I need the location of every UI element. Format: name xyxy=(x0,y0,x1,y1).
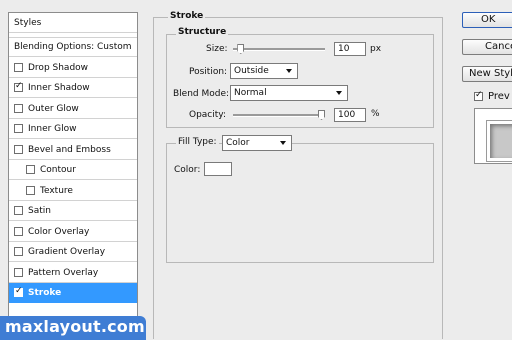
contour-checkbox[interactable] xyxy=(26,165,35,174)
size-input[interactable]: 10 xyxy=(334,42,366,56)
style-item-label: Inner Shadow xyxy=(28,82,90,93)
style-item-inner-shadow[interactable]: Inner Shadow xyxy=(9,78,137,98)
preview-checkbox[interactable] xyxy=(474,90,483,101)
style-item-stroke[interactable]: Stroke xyxy=(9,283,137,303)
style-item-bevel-emboss[interactable]: Bevel and Emboss xyxy=(9,140,137,160)
style-item-satin[interactable]: Satin xyxy=(9,201,137,221)
style-item-label: Inner Glow xyxy=(28,123,77,134)
style-item-texture[interactable]: Texture xyxy=(9,181,137,201)
preview-toggle[interactable]: Prev xyxy=(474,90,510,102)
fill-type-value: Color xyxy=(226,138,250,148)
chevron-down-icon xyxy=(286,69,292,73)
new-style-button[interactable]: New Styl xyxy=(462,66,512,82)
blending-options-item[interactable]: Blending Options: Custom xyxy=(9,37,137,57)
style-item-label: Color Overlay xyxy=(28,226,90,237)
stroke-checkbox[interactable] xyxy=(14,286,23,297)
style-item-label: Contour xyxy=(40,164,76,175)
styles-list-panel: Styles Blending Options: Custom Drop Sha… xyxy=(8,12,138,334)
preview-swatch xyxy=(486,120,512,162)
style-item-label: Satin xyxy=(28,205,51,216)
color-label: Color: xyxy=(174,165,201,175)
fill-type-label: Fill Type: xyxy=(176,137,219,147)
style-item-pattern-overlay[interactable]: Pattern Overlay xyxy=(9,263,137,283)
style-item-label: Outer Glow xyxy=(28,103,79,114)
cancel-button[interactable]: Cance xyxy=(462,39,512,55)
watermark-banner: maxlayout.com xyxy=(0,316,146,340)
size-unit: px xyxy=(370,44,382,54)
style-item-color-overlay[interactable]: Color Overlay xyxy=(9,222,137,242)
inner-shadow-checkbox[interactable] xyxy=(14,81,23,92)
cancel-label: Cance xyxy=(485,41,512,52)
texture-checkbox[interactable] xyxy=(26,186,35,195)
stroke-color-swatch[interactable] xyxy=(204,162,232,176)
fill-type-group-box xyxy=(166,143,434,263)
styles-header-label: Styles xyxy=(14,17,42,28)
style-item-outer-glow[interactable]: Outer Glow xyxy=(9,99,137,119)
opacity-unit: % xyxy=(371,109,380,119)
style-item-contour[interactable]: Contour xyxy=(9,160,137,180)
drop-shadow-checkbox[interactable] xyxy=(14,63,23,72)
chevron-down-icon xyxy=(280,141,286,145)
satin-checkbox[interactable] xyxy=(14,206,23,215)
style-item-label: Drop Shadow xyxy=(28,62,89,73)
stroke-title: Stroke xyxy=(168,11,206,21)
chevron-down-icon xyxy=(336,91,342,95)
style-item-gradient-overlay[interactable]: Gradient Overlay xyxy=(9,242,137,262)
blend-mode-label: Blend Mode: xyxy=(173,89,230,99)
preview-label: Prev xyxy=(488,91,510,102)
ok-button[interactable]: OK xyxy=(462,12,512,28)
opacity-input[interactable]: 100 xyxy=(334,108,366,122)
opacity-label: Opacity: xyxy=(189,110,226,120)
style-item-label: Stroke xyxy=(28,287,62,298)
styles-list-header[interactable]: Styles xyxy=(9,13,137,33)
style-preview-thumbnail xyxy=(474,108,512,164)
new-style-label: New Styl xyxy=(469,68,512,79)
style-item-label: Gradient Overlay xyxy=(28,246,106,257)
blend-mode-dropdown[interactable]: Normal xyxy=(230,85,348,101)
gradient-overlay-checkbox[interactable] xyxy=(14,247,23,256)
watermark-text: maxlayout.com xyxy=(5,317,145,336)
bevel-emboss-checkbox[interactable] xyxy=(14,145,23,154)
opacity-slider-track[interactable] xyxy=(233,114,325,117)
color-overlay-checkbox[interactable] xyxy=(14,227,23,236)
blending-options-label: Blending Options: Custom xyxy=(14,42,132,52)
style-item-inner-glow[interactable]: Inner Glow xyxy=(9,119,137,139)
fill-type-dropdown[interactable]: Color xyxy=(222,135,292,151)
inner-glow-checkbox[interactable] xyxy=(14,124,23,133)
blend-mode-value: Normal xyxy=(234,88,267,98)
size-slider-track[interactable] xyxy=(233,48,325,51)
ok-label: OK xyxy=(481,14,496,25)
style-item-label: Pattern Overlay xyxy=(28,267,99,278)
position-dropdown[interactable]: Outside xyxy=(230,63,298,79)
position-value: Outside xyxy=(234,66,269,76)
style-item-drop-shadow[interactable]: Drop Shadow xyxy=(9,58,137,78)
style-item-label: Texture xyxy=(40,185,73,196)
outer-glow-checkbox[interactable] xyxy=(14,104,23,113)
structure-title: Structure xyxy=(176,27,229,37)
pattern-overlay-checkbox[interactable] xyxy=(14,268,23,277)
position-label: Position: xyxy=(189,67,228,77)
size-label: Size: xyxy=(206,44,228,54)
style-item-label: Bevel and Emboss xyxy=(28,144,111,155)
